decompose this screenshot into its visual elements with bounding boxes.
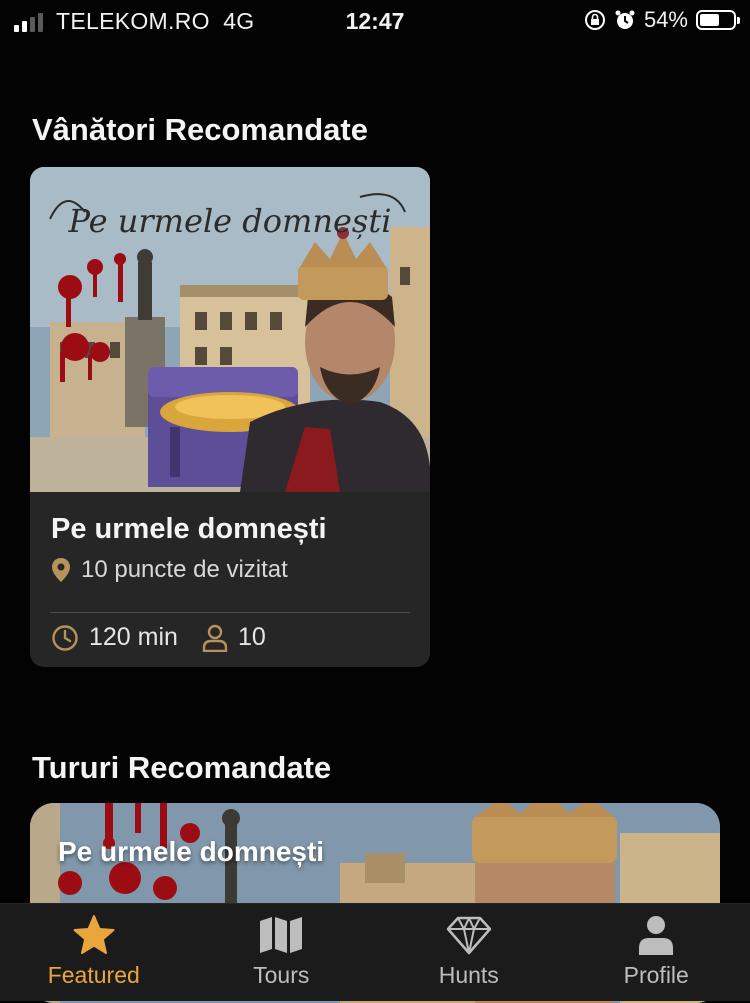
hunt-card-duration: 120 min: [89, 623, 178, 652]
person-icon: [202, 624, 228, 652]
tab-tours-label: Tours: [253, 962, 309, 989]
location-pin-icon: [51, 557, 71, 583]
hunts-section-title: Vânători Recomandate: [32, 112, 368, 148]
alarm-icon: [614, 9, 636, 31]
hunt-card-meta: 120 min 10: [51, 623, 290, 652]
tab-bar: Featured Tours Hunts Profile: [0, 903, 750, 1001]
clock-icon: [51, 624, 79, 652]
map-icon: [258, 915, 304, 955]
hunt-card-points-text: 10 puncte de vizitat: [81, 556, 288, 584]
tab-tours[interactable]: Tours: [188, 904, 376, 1001]
tab-hunts[interactable]: Hunts: [375, 904, 563, 1001]
tab-profile[interactable]: Profile: [563, 904, 750, 1001]
star-icon: [72, 914, 116, 956]
status-bar: TELEKOM.RO 4G 12:47 54%: [0, 0, 750, 44]
battery-percentage: 54%: [644, 7, 688, 33]
tab-featured-label: Featured: [48, 962, 140, 989]
tab-profile-label: Profile: [624, 962, 689, 989]
battery-icon: [696, 10, 736, 30]
person-icon: [636, 914, 676, 956]
tour-card-title[interactable]: Pe urmele domnești: [58, 836, 324, 868]
tab-hunts-label: Hunts: [439, 962, 499, 989]
rotation-lock-icon: [584, 9, 606, 31]
hunt-card-participants: 10: [238, 623, 266, 652]
diamond-icon: [446, 915, 492, 955]
hunt-card-divider: [50, 612, 410, 613]
hunt-card-image[interactable]: Pe urmele domnești: [30, 167, 430, 492]
tours-section-title: Tururi Recomandate: [32, 750, 331, 786]
hunt-card-points: 10 puncte de vizitat: [51, 556, 288, 584]
hunt-card[interactable]: Pe urmele domnești Pe urmele domnești 10…: [30, 167, 430, 667]
duration-info: 120 min: [51, 623, 178, 652]
participants-info: 10: [202, 623, 266, 652]
hunt-card-title[interactable]: Pe urmele domnești: [51, 513, 327, 546]
tab-featured[interactable]: Featured: [0, 904, 188, 1001]
hunt-card-image-caption: Pe urmele domnești: [68, 202, 392, 240]
